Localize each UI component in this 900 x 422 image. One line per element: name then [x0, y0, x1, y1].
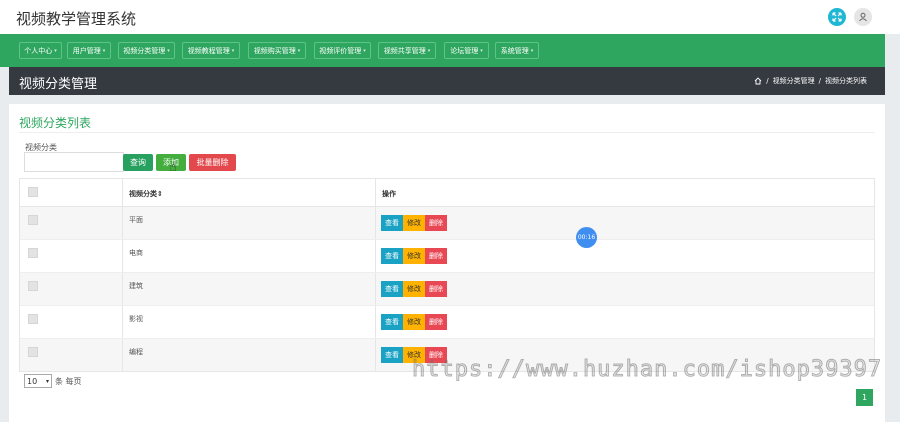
- page-size-select[interactable]: 10 ▾: [24, 374, 52, 388]
- batch-delete-button[interactable]: 批量删除: [189, 154, 236, 171]
- hand-cursor-icon: ☝: [169, 160, 177, 175]
- category-table: 视频分类⇕ 操作 平面 查看 修改 删除 电商 查看 修改 删除 建筑 查看 修…: [19, 178, 875, 372]
- row-checkbox[interactable]: [28, 314, 38, 324]
- breadcrumb-item[interactable]: 视频分类管理: [773, 76, 815, 86]
- watermark: https://www.huzhan.com/ishop39397: [411, 357, 883, 383]
- chevron-down-icon: ▾: [363, 47, 366, 54]
- delete-button[interactable]: 删除: [425, 314, 447, 330]
- nav-item-video-tutorial[interactable]: 视频教程管理 ▾: [182, 42, 240, 59]
- row-checkbox[interactable]: [28, 281, 38, 291]
- table-header: 视频分类⇕ 操作: [20, 179, 874, 207]
- view-button[interactable]: 查看: [381, 314, 403, 330]
- table-row: 建筑 查看 修改 删除: [20, 273, 874, 306]
- nav-item-video-category[interactable]: 视频分类管理 ▾: [118, 42, 175, 59]
- chevron-down-icon: ▾: [102, 47, 106, 54]
- chevron-down-icon: ▾: [231, 47, 235, 54]
- page-header-bar: 视频分类管理 / 视频分类管理 / 视频分类列表: [9, 67, 885, 95]
- user-icon[interactable]: [854, 8, 872, 26]
- card-title: 视频分类列表: [19, 116, 92, 130]
- chevron-down-icon: ▾: [45, 377, 49, 385]
- app-title: 视频教学管理系统: [16, 10, 137, 28]
- page-size-label: 条 每页: [55, 377, 82, 386]
- category-name: 电商: [129, 249, 143, 257]
- timer-badge: 00:16: [576, 227, 597, 248]
- view-button[interactable]: 查看: [381, 347, 403, 363]
- table-row: 电商 查看 修改 删除: [20, 240, 874, 273]
- home-icon[interactable]: [754, 77, 762, 85]
- row-checkbox[interactable]: [28, 215, 38, 225]
- main-nav: 个人中心 ▾ 用户管理 ▾ 视频分类管理 ▾ 视频教程管理 ▾ 视频购买管理 ▾ 视频评价…: [0, 34, 885, 67]
- divider: [19, 132, 875, 133]
- edit-button[interactable]: 修改: [403, 314, 425, 330]
- row-checkbox[interactable]: [28, 347, 38, 357]
- view-button[interactable]: 查看: [381, 215, 403, 231]
- chevron-down-icon: ▾: [54, 47, 57, 54]
- fullscreen-icon[interactable]: [828, 8, 846, 26]
- nav-item-video-review[interactable]: 视频评价管理 ▾: [314, 42, 371, 59]
- delete-button[interactable]: 删除: [425, 281, 447, 297]
- page-title: 视频分类管理: [19, 77, 98, 92]
- table-row: 影视 查看 修改 删除: [20, 306, 874, 339]
- category-name: 建筑: [129, 282, 143, 290]
- view-button[interactable]: 查看: [381, 281, 403, 297]
- chevron-down-icon: ▾: [297, 47, 301, 54]
- search-input[interactable]: [24, 152, 124, 172]
- column-header-ops: 操作: [382, 190, 396, 198]
- row-checkbox[interactable]: [28, 248, 38, 258]
- category-name: 影视: [129, 315, 143, 323]
- category-name: 平面: [129, 216, 143, 224]
- view-button[interactable]: 查看: [381, 248, 403, 264]
- chevron-down-icon: ▾: [530, 47, 534, 54]
- nav-item-users[interactable]: 用户管理 ▾: [67, 42, 111, 59]
- category-name: 编程: [129, 348, 143, 356]
- nav-item-system[interactable]: 系统管理 ▾: [495, 42, 539, 59]
- edit-button[interactable]: 修改: [403, 215, 425, 231]
- edit-button[interactable]: 修改: [403, 281, 425, 297]
- chevron-down-icon: ▾: [427, 47, 431, 54]
- breadcrumb: / 视频分类管理 / 视频分类列表: [754, 76, 867, 86]
- sort-icon[interactable]: ⇕: [157, 190, 163, 198]
- search-button[interactable]: 查询: [123, 154, 153, 171]
- edit-button[interactable]: 修改: [403, 248, 425, 264]
- chevron-down-icon: ▾: [167, 47, 170, 54]
- nav-item-forum[interactable]: 论坛管理 ▾: [444, 42, 489, 59]
- nav-item-profile[interactable]: 个人中心 ▾: [19, 42, 62, 59]
- breadcrumb-item: 视频分类列表: [825, 77, 867, 85]
- nav-item-video-share[interactable]: 视频共享管理 ▾: [378, 42, 436, 59]
- page-button-current[interactable]: 1: [856, 389, 873, 406]
- delete-button[interactable]: 删除: [425, 248, 447, 264]
- top-header: 视频教学管理系统: [0, 0, 900, 34]
- select-all-checkbox[interactable]: [28, 187, 38, 197]
- chevron-down-icon: ▾: [480, 47, 483, 54]
- nav-item-video-purchase[interactable]: 视频购买管理 ▾: [248, 42, 306, 59]
- delete-button[interactable]: 删除: [425, 215, 447, 231]
- column-header-name[interactable]: 视频分类⇕: [129, 189, 163, 199]
- table-row: 平面 查看 修改 删除: [20, 207, 874, 240]
